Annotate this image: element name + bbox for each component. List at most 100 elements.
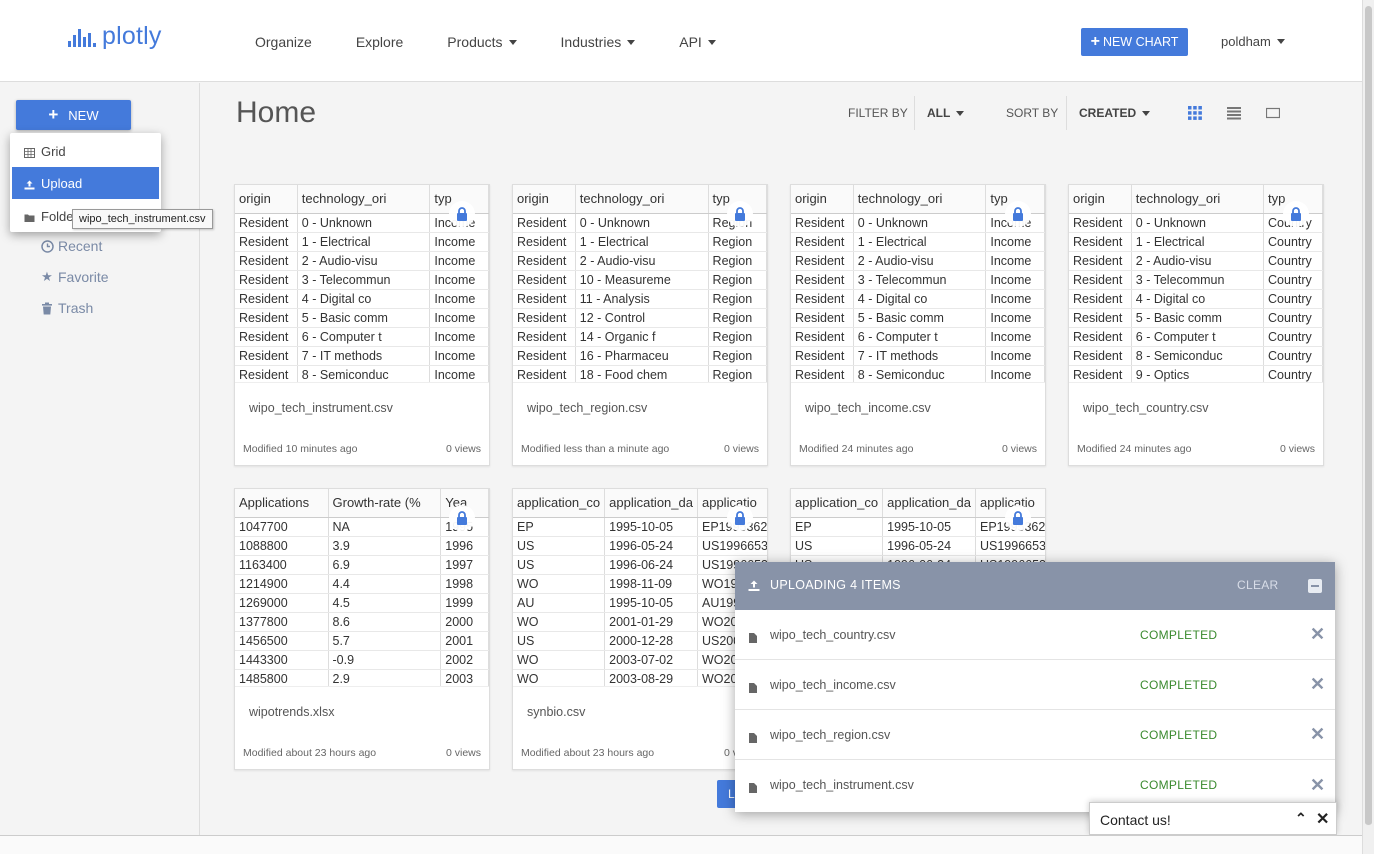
sort-dropdown[interactable]: CREATED [1079,106,1151,120]
table-row: Resident 4 - Digital co Country [1069,289,1323,309]
file-icon [749,630,757,643]
menu-item-upload[interactable]: Upload [12,167,159,199]
table-cell: Income [429,365,489,382]
trash-icon [40,301,54,315]
table-cell: EP [513,517,606,537]
chevron-up-icon[interactable]: ⌃ [1295,810,1307,827]
lock-icon [727,201,753,227]
table-cell: Country [1263,365,1323,382]
file-name[interactable]: wipotrends.xlsx [249,705,334,719]
filter-dropdown[interactable]: ALL [927,106,965,120]
table-cell: 1996-06-24 [604,555,698,575]
table-cell: WO [513,574,606,594]
table-cell: 8 - Semiconduc [297,365,431,382]
nav-products[interactable]: Products [447,34,517,50]
sidebar-item-trash[interactable]: Trash [40,300,93,316]
table-cell: Region [708,251,767,271]
nav-industries[interactable]: Industries [561,34,636,50]
table-row: Resident 1 - Electrical Income [791,232,1045,252]
upload-status: COMPLETED [1140,627,1218,642]
file-name[interactable]: synbio.csv [527,705,585,719]
list-view-icon[interactable] [1227,106,1241,120]
minimize-icon[interactable] [1308,579,1322,593]
upload-item: wipo_tech_country.csv COMPLETED ✕ [735,610,1335,660]
table-row: Resident 8 - Semiconduc Income [235,365,489,382]
file-card[interactable]: origin technology_ori typ Resident 0 - Unkn… [512,184,768,466]
window-bottom-edge [0,835,1362,854]
file-card[interactable]: origin technology_ori typ Resident 0 - Unkn… [790,184,1046,466]
table-cell: 1996 [440,536,489,556]
table-row: Resident 2 - Audio-visu Region [513,251,767,271]
table-cell: 2001-01-29 [604,612,698,632]
table-cell: Region [708,289,767,309]
column-header: origin [1069,185,1132,214]
file-card[interactable]: Applications Growth-rate (% Yea 1047700 NA 1… [234,488,490,770]
nav-explore[interactable]: Explore [356,34,403,50]
view-count: 0 views [1279,443,1315,455]
close-icon[interactable]: ✕ [1310,724,1325,745]
file-card[interactable]: application_co application_da applicatio E… [512,488,768,770]
table-row: WO 2003-07-02 WO2003 [513,650,767,670]
file-card[interactable]: origin technology_ori typ Resident 0 - Unkn… [234,184,490,466]
column-header: origin [235,185,298,214]
clear-button[interactable]: CLEAR [1237,578,1279,592]
table-cell: 6 - Computer t [1131,327,1265,347]
table-cell: 9 - Optics [1131,365,1265,382]
close-icon[interactable]: ✕ [1310,775,1325,796]
table-cell: 1999 [440,593,489,613]
table-row: Resident 16 - Pharmaceu Region [513,346,767,366]
scrollbar[interactable] [1362,0,1374,854]
table-cell: Resident [791,308,854,328]
file-name[interactable]: wipo_tech_instrument.csv [249,401,393,415]
grid-view-icon[interactable] [1188,106,1202,120]
plotly-logo[interactable]: plotly [68,22,162,51]
contact-widget[interactable]: Contact us! ⌃ ✕ [1089,802,1337,835]
caret-down-icon [956,110,965,116]
new-button[interactable]: + NEW [16,100,131,130]
table-cell: 1998 [440,574,489,594]
file-name[interactable]: wipo_tech_income.csv [805,401,931,415]
modified-time: Modified less than a minute ago [521,443,670,455]
table-cell: Resident [513,308,576,328]
table-row: Resident 1 - Electrical Income [235,232,489,252]
nav-api[interactable]: API [679,34,716,50]
table-cell: AU [513,593,606,613]
new-chart-button[interactable]: + NEW CHART [1081,28,1188,56]
table-cell: US [513,536,606,556]
new-chart-label: NEW CHART [1102,35,1179,49]
table-cell: 3 - Telecommun [297,270,431,290]
star-icon: ★ [41,269,53,284]
menu-item-grid[interactable]: Grid [10,135,161,167]
view-count: 0 views [1001,443,1037,455]
file-name[interactable]: wipo_tech_region.csv [527,401,647,415]
table-row: Resident 1 - Electrical Region [513,232,767,252]
table-cell: Resident [1069,270,1132,290]
table-row: US 1996-05-24 US1996653 [513,536,767,556]
table-row: Resident 1 - Electrical Country [1069,232,1323,252]
close-icon[interactable]: ✕ [1316,809,1329,829]
upload-status: COMPLETED [1140,727,1218,742]
close-icon[interactable]: ✕ [1310,624,1325,645]
column-header: origin [513,185,576,214]
file-name[interactable]: wipo_tech_country.csv [1083,401,1209,415]
nav-organize[interactable]: Organize [255,34,312,50]
lock-icon [727,505,753,531]
divider [914,96,915,130]
table-cell: US [791,536,884,556]
table-cell: 1 - Electrical [1131,232,1265,252]
table-cell: 12 - Control [575,308,709,328]
sidebar-item-favorite[interactable]: ★ Favorite [40,269,108,285]
card-view-icon[interactable] [1265,106,1281,120]
file-card[interactable]: origin technology_ori typ Resident 0 - Unkn… [1068,184,1324,466]
column-header: Applications [235,489,329,518]
upload-icon [748,579,760,597]
sidebar-item-recent[interactable]: Recent [40,238,102,254]
user-menu[interactable]: poldham [1221,34,1285,49]
close-icon[interactable]: ✕ [1310,674,1325,695]
table-cell: Income [985,232,1045,252]
table-cell: 3 - Telecommun [1131,270,1265,290]
file-icon [749,780,757,793]
nav-label: Industries [560,34,622,50]
scrollbar-thumb[interactable] [1365,6,1372,826]
sidebar-item-label: Trash [58,300,94,316]
